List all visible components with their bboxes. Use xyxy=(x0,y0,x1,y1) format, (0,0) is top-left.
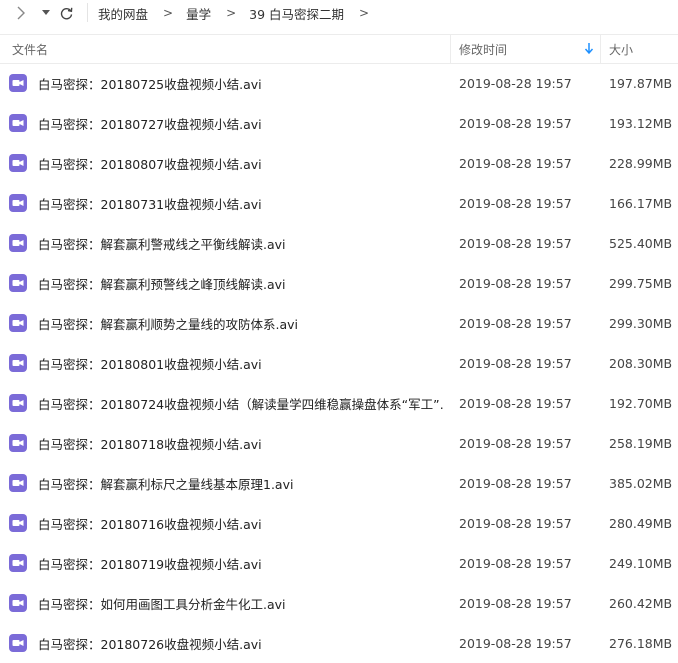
file-modified-time: 2019-08-28 19:57 xyxy=(459,275,572,291)
file-name[interactable]: 白马密探：20180719收盘视频小结.avi xyxy=(38,543,262,583)
table-row[interactable]: 白马密探：20180727收盘视频小结.avi 2019-08-28 19:57 1… xyxy=(0,103,678,143)
file-name[interactable]: 白马密探：解套赢利预警线之峰顶线解读.avi xyxy=(38,263,286,303)
file-name[interactable]: 白马密探：20180718收盘视频小结.avi xyxy=(38,423,262,463)
file-modified-time: 2019-08-28 19:57 xyxy=(459,235,572,251)
file-name[interactable]: 白马密探：20180731收盘视频小结.avi xyxy=(38,183,262,223)
video-file-icon xyxy=(9,594,27,612)
table-row[interactable]: 白马密探：20180716收盘视频小结.avi 2019-08-28 19:57 2… xyxy=(0,503,678,543)
file-modified-time: 2019-08-28 19:57 xyxy=(459,155,572,171)
column-header-name[interactable]: 文件名 xyxy=(12,35,48,63)
toolbar-divider xyxy=(87,3,88,22)
file-modified-time: 2019-08-28 19:57 xyxy=(459,555,572,571)
file-name[interactable]: 白马密探：20180725收盘视频小结.avi xyxy=(38,63,262,103)
file-size: 280.49MB xyxy=(609,515,673,531)
file-list-header: 文件名 修改时间 大小 xyxy=(0,34,678,64)
breadcrumb-item-folder[interactable]: 量学 xyxy=(186,4,211,23)
file-size: 166.17MB xyxy=(609,195,673,211)
table-row[interactable]: 白马密探：解套赢利预警线之峰顶线解读.avi 2019-08-28 19:57 29… xyxy=(0,263,678,303)
breadcrumb-separator: > xyxy=(359,6,370,20)
column-header-size[interactable]: 大小 xyxy=(609,35,633,63)
breadcrumb-separator: > xyxy=(163,6,174,20)
file-size: 228.99MB xyxy=(609,155,673,171)
video-file-icon xyxy=(9,274,27,292)
table-row[interactable]: 白马密探：解套赢利警戒线之平衡线解读.avi 2019-08-28 19:57 52… xyxy=(0,223,678,263)
file-name[interactable]: 白马密探：20180716收盘视频小结.avi xyxy=(38,503,262,543)
file-size: 192.70MB xyxy=(609,395,673,411)
breadcrumb: 我的网盘 > 量学 > 39 白马密探二期 > xyxy=(98,4,382,22)
table-row[interactable]: 白马密探：20180718收盘视频小结.avi 2019-08-28 19:57 2… xyxy=(0,423,678,463)
column-header-modified[interactable]: 修改时间 xyxy=(459,35,507,63)
file-modified-time: 2019-08-28 19:57 xyxy=(459,315,572,331)
refresh-icon[interactable] xyxy=(58,4,74,22)
file-modified-time: 2019-08-28 19:57 xyxy=(459,435,572,451)
file-modified-time: 2019-08-28 19:57 xyxy=(459,595,572,611)
breadcrumb-separator: > xyxy=(226,6,237,20)
table-row[interactable]: 白马密探：如何用画图工具分析金牛化工.avi 2019-08-28 19:57 26… xyxy=(0,583,678,623)
video-file-icon xyxy=(9,474,27,492)
file-modified-time: 2019-08-28 19:57 xyxy=(459,115,572,131)
arrow-down-icon[interactable] xyxy=(584,43,594,55)
video-file-icon xyxy=(9,114,27,132)
table-row[interactable]: 白马密探：20180725收盘视频小结.avi 2019-08-28 19:57 1… xyxy=(0,63,678,103)
file-size: 299.75MB xyxy=(609,275,673,291)
file-size: 385.02MB xyxy=(609,475,673,491)
file-size: 249.10MB xyxy=(609,555,673,571)
video-file-icon xyxy=(9,194,27,212)
file-size: 193.12MB xyxy=(609,115,673,131)
table-row[interactable]: 白马密探：20180801收盘视频小结.avi 2019-08-28 19:57 2… xyxy=(0,343,678,383)
column-divider[interactable] xyxy=(450,35,451,63)
file-modified-time: 2019-08-28 19:57 xyxy=(459,635,572,651)
file-size: 208.30MB xyxy=(609,355,673,371)
file-size: 276.18MB xyxy=(609,635,673,651)
file-name[interactable]: 白马密探：20180724收盘视频小结（解读量学四维稳赢操盘体系“军工”… xyxy=(38,383,443,423)
file-size: 258.19MB xyxy=(609,435,673,451)
file-modified-time: 2019-08-28 19:57 xyxy=(459,515,572,531)
video-file-icon xyxy=(9,394,27,412)
table-row[interactable]: 白马密探：20180807收盘视频小结.avi 2019-08-28 19:57 2… xyxy=(0,143,678,183)
video-file-icon xyxy=(9,554,27,572)
file-modified-time: 2019-08-28 19:57 xyxy=(459,75,572,91)
file-modified-time: 2019-08-28 19:57 xyxy=(459,475,572,491)
file-size: 299.30MB xyxy=(609,315,673,331)
file-modified-time: 2019-08-28 19:57 xyxy=(459,395,572,411)
video-file-icon xyxy=(9,354,27,372)
video-file-icon xyxy=(9,154,27,172)
table-row[interactable]: 白马密探：20180719收盘视频小结.avi 2019-08-28 19:57 2… xyxy=(0,543,678,583)
file-name[interactable]: 白马密探：解套赢利标尺之量线基本原理1.avi xyxy=(38,463,293,503)
video-file-icon xyxy=(9,634,27,652)
column-divider[interactable] xyxy=(600,35,601,63)
file-name[interactable]: 白马密探：20180726收盘视频小结.avi xyxy=(38,623,262,663)
video-file-icon xyxy=(9,434,27,452)
caret-down-icon[interactable] xyxy=(40,4,52,22)
table-row[interactable]: 白马密探：20180724收盘视频小结（解读量学四维稳赢操盘体系“军工”… 201… xyxy=(0,383,678,423)
file-list: 白马密探：20180725收盘视频小结.avi 2019-08-28 19:57 1… xyxy=(0,63,678,663)
breadcrumb-item-root[interactable]: 我的网盘 xyxy=(98,4,148,23)
file-name[interactable]: 白马密探：20180801收盘视频小结.avi xyxy=(38,343,262,383)
file-name[interactable]: 白马密探：20180727收盘视频小结.avi xyxy=(38,103,262,143)
file-name[interactable]: 白马密探：解套赢利顺势之量线的攻防体系.avi xyxy=(38,303,298,343)
file-name[interactable]: 白马密探：20180807收盘视频小结.avi xyxy=(38,143,262,183)
table-row[interactable]: 白马密探：解套赢利标尺之量线基本原理1.avi 2019-08-28 19:57 3… xyxy=(0,463,678,503)
breadcrumb-item-current[interactable]: 39 白马密探二期 xyxy=(249,4,344,23)
video-file-icon xyxy=(9,74,27,92)
file-size: 525.40MB xyxy=(609,235,673,251)
file-modified-time: 2019-08-28 19:57 xyxy=(459,355,572,371)
file-modified-time: 2019-08-28 19:57 xyxy=(459,195,572,211)
table-row[interactable]: 白马密探：解套赢利顺势之量线的攻防体系.avi 2019-08-28 19:57 2… xyxy=(0,303,678,343)
file-size: 197.87MB xyxy=(609,75,673,91)
file-name[interactable]: 白马密探：解套赢利警戒线之平衡线解读.avi xyxy=(38,223,286,263)
table-row[interactable]: 白马密探：20180726收盘视频小结.avi 2019-08-28 19:57 2… xyxy=(0,623,678,663)
file-size: 260.42MB xyxy=(609,595,673,611)
video-file-icon xyxy=(9,514,27,532)
chevron-right-icon[interactable] xyxy=(14,4,28,22)
video-file-icon xyxy=(9,314,27,332)
file-name[interactable]: 白马密探：如何用画图工具分析金牛化工.avi xyxy=(38,583,286,623)
video-file-icon xyxy=(9,234,27,252)
toolbar: 我的网盘 > 量学 > 39 白马密探二期 > xyxy=(0,0,678,26)
table-row[interactable]: 白马密探：20180731收盘视频小结.avi 2019-08-28 19:57 1… xyxy=(0,183,678,223)
